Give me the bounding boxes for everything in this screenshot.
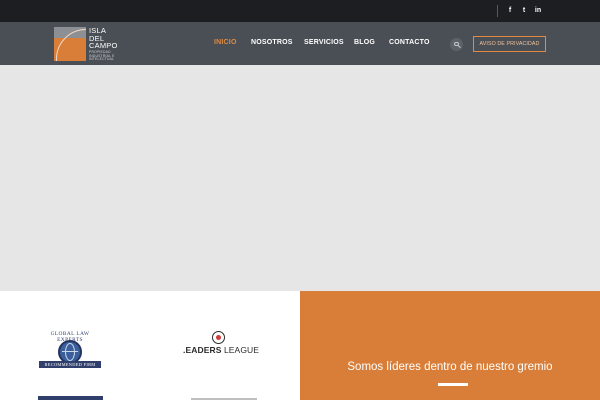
hero-banner xyxy=(0,65,600,291)
nav-item-blog[interactable]: BLOG xyxy=(354,39,375,46)
search-button[interactable] xyxy=(450,38,463,51)
linkedin-icon[interactable]: in xyxy=(531,4,545,18)
promo-underline xyxy=(438,383,468,386)
badge-ribbon: RECOMMENDED FIRM xyxy=(39,361,101,368)
leaders-league-wordmark: .EADERS LEAGUE xyxy=(183,345,259,355)
nav-item-inicio[interactable]: INICIO xyxy=(214,39,237,46)
logo-line-3: CAMPO xyxy=(89,41,118,50)
global-law-experts-badge: GLOBAL LAW EXPERTS RECOMMENDED FIRM xyxy=(39,331,101,369)
leaders-league-prefix: .EADERS xyxy=(183,345,222,355)
leaders-league-icon-dot xyxy=(216,335,221,340)
logo-wordmark: ISLA DEL CAMPO xyxy=(89,27,118,50)
site-logo[interactable]: ISLA DEL CAMPO PROPIEDAD INDUSTRIAL E IN… xyxy=(54,27,124,61)
facebook-icon[interactable]: f xyxy=(503,4,517,18)
privacy-notice-button[interactable]: AVISO DE PRIVACIDAD xyxy=(473,36,546,52)
partial-badge-left xyxy=(38,396,103,400)
leaders-league-icon xyxy=(212,331,225,344)
twitter-icon[interactable]: t xyxy=(517,4,531,18)
logo-subtitle: PROPIEDAD INDUSTRIAL E INTELECTUAL xyxy=(89,50,115,62)
promo-title: Somos líderes dentro de nuestro gremio xyxy=(347,361,553,373)
logo-subtitle-3: INTELECTUAL xyxy=(89,57,115,62)
nav-item-nosotros[interactable]: NOSOTROS xyxy=(251,39,293,46)
nav-item-contacto[interactable]: CONTACTO xyxy=(389,39,430,46)
nav-item-servicios[interactable]: SERVICIOS xyxy=(304,39,344,46)
leaders-league-suffix: LEAGUE xyxy=(221,345,260,355)
top-bar-divider xyxy=(497,5,498,17)
leaders-league-badge: .EADERS LEAGUE xyxy=(183,331,259,357)
globe-meridian xyxy=(65,343,75,361)
search-icon-handle xyxy=(458,45,461,48)
logo-mark xyxy=(54,27,86,61)
globe-equator xyxy=(62,351,78,352)
